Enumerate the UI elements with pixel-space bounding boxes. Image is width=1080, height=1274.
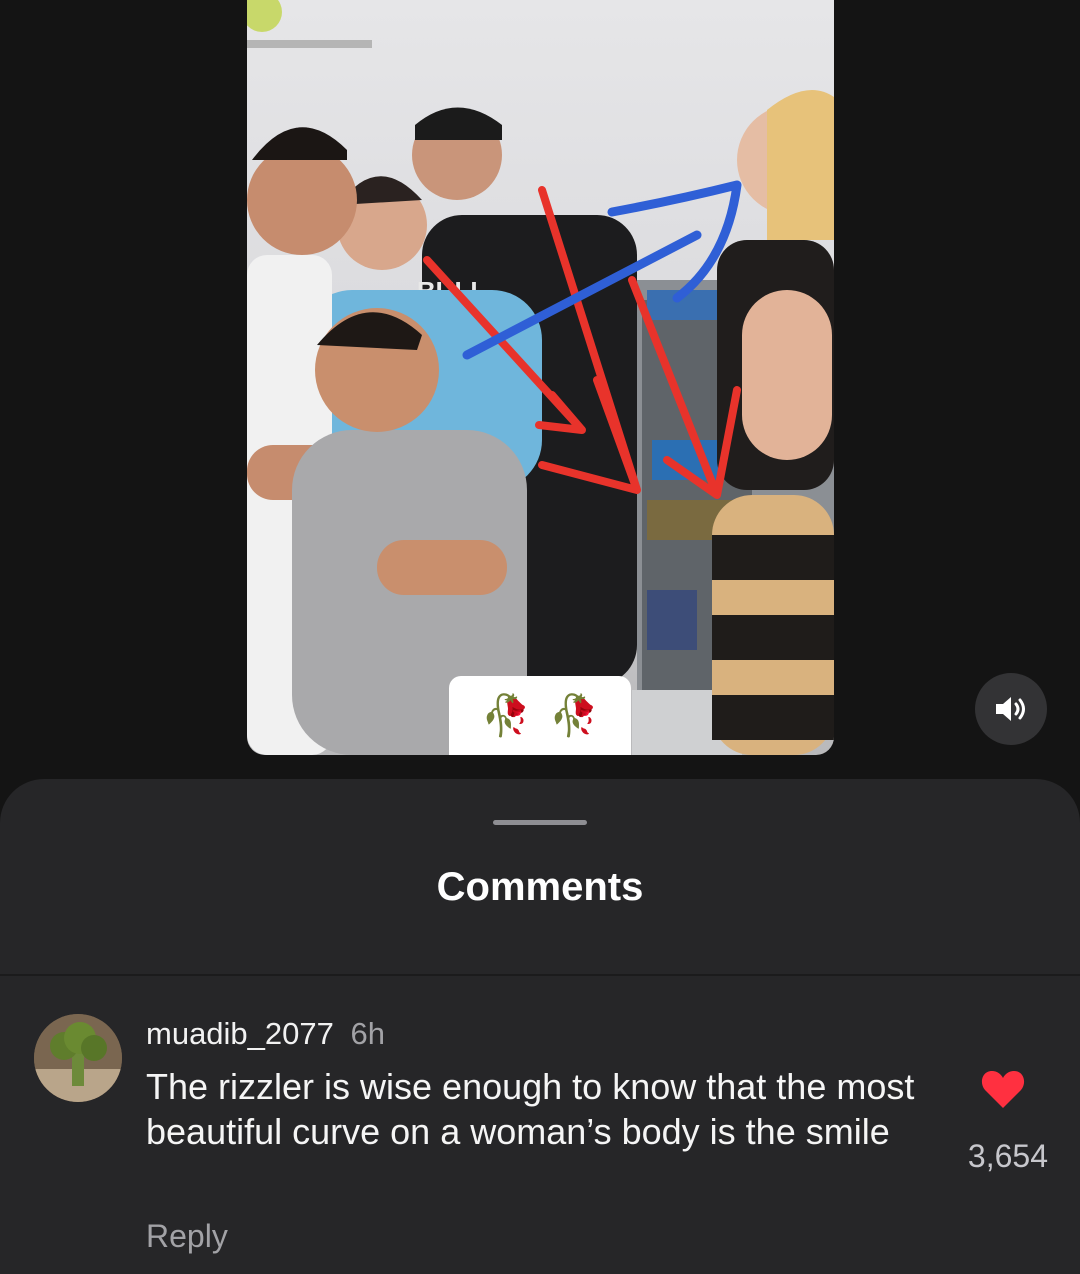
- like-count: 3,654: [967, 1138, 1048, 1174]
- wilted-rose-icon: 🥀: [481, 692, 531, 739]
- sheet-drag-handle[interactable]: [493, 820, 587, 825]
- striped-skirt: [712, 495, 834, 755]
- avatar[interactable]: [34, 1014, 122, 1102]
- video-player[interactable]: BULL: [247, 0, 834, 755]
- comment-meta: muadib_2077 6h: [146, 1016, 385, 1052]
- emoji-sticker: 🥀 🥀: [449, 676, 631, 755]
- broccoli-avatar-icon: [34, 1014, 122, 1102]
- comment-username[interactable]: muadib_2077: [146, 1016, 334, 1051]
- video-frame: BULL: [247, 0, 834, 755]
- reply-button[interactable]: Reply: [146, 1218, 228, 1255]
- sound-toggle-button[interactable]: [975, 673, 1047, 745]
- wilted-rose-icon: 🥀: [549, 692, 599, 739]
- speaker-on-icon: [996, 697, 1025, 721]
- comment-timestamp: 6h: [350, 1016, 385, 1051]
- screen: BULL: [0, 0, 1080, 1274]
- sheet-title: Comments: [436, 865, 644, 909]
- comments-sheet: Comments muadib_2077 6h The rizzler is w…: [0, 779, 1080, 1274]
- comment-text: The rizzler is wise enough to know that …: [146, 1066, 915, 1152]
- comment-item: muadib_2077 6h The rizzler is wise enoug…: [0, 976, 1080, 1274]
- heart-icon[interactable]: [980, 1068, 1026, 1110]
